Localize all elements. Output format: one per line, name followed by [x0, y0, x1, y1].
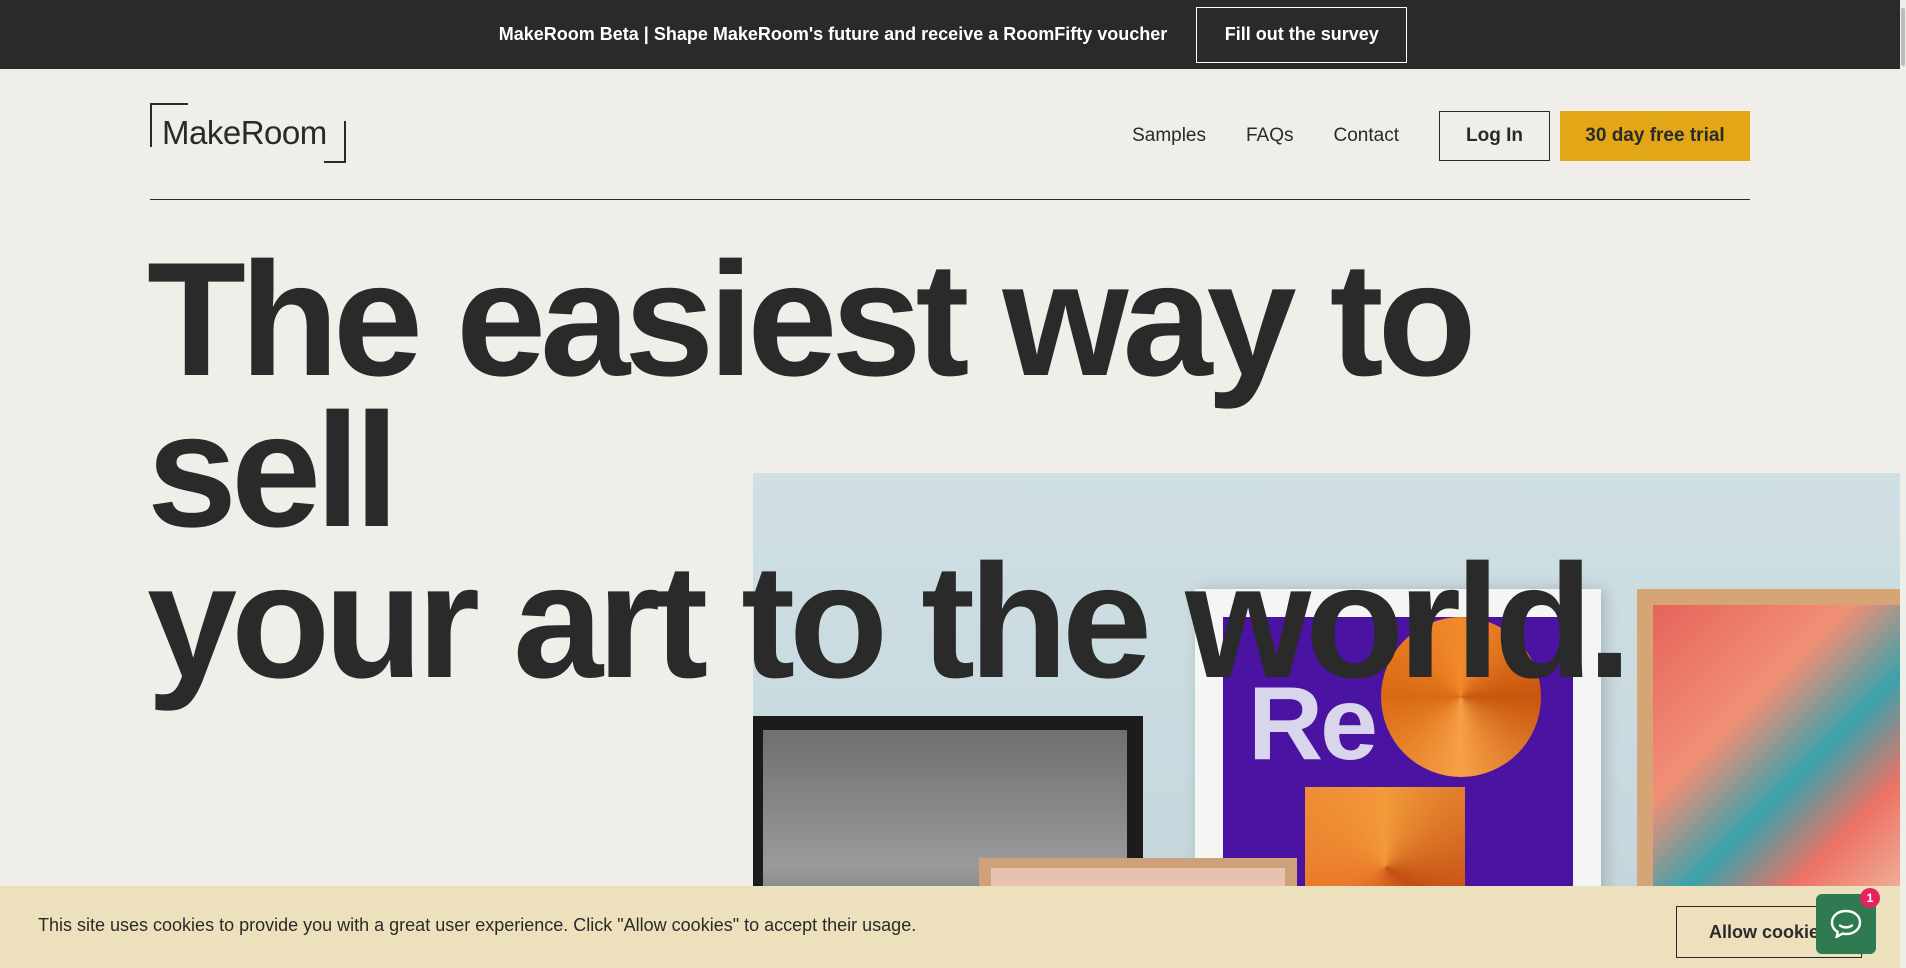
scrollbar-track[interactable]	[1900, 0, 1906, 968]
logo-text: MakeRoom	[162, 114, 327, 151]
nav-link-contact[interactable]: Contact	[1334, 125, 1399, 147]
headline-line-1: The easiest way to sell	[147, 229, 1477, 561]
cookie-text: This site uses cookies to provide you wi…	[38, 915, 917, 935]
hero-headline: The easiest way to sell your art to the …	[147, 239, 1707, 703]
announcement-bar: MakeRoom Beta | Shape MakeRoom's future …	[0, 0, 1906, 69]
logo[interactable]: MakeRoom	[150, 103, 346, 163]
scrollbar-thumb[interactable]	[1901, 8, 1905, 66]
login-button[interactable]: Log In	[1439, 111, 1550, 161]
logo-bracket-bottom-right	[324, 121, 346, 163]
chat-notification-badge: 1	[1860, 888, 1880, 908]
site-header: MakeRoom Samples FAQs Contact Log In 30 …	[150, 69, 1750, 200]
survey-button[interactable]: Fill out the survey	[1196, 6, 1408, 63]
nav-link-faqs[interactable]: FAQs	[1246, 125, 1294, 147]
chat-bubble-icon	[1830, 909, 1862, 939]
nav-link-samples[interactable]: Samples	[1132, 125, 1206, 147]
free-trial-button[interactable]: 30 day free trial	[1560, 111, 1750, 161]
page: MakeRoom Beta | Shape MakeRoom's future …	[0, 0, 1906, 968]
cookie-banner: This site uses cookies to provide you wi…	[0, 886, 1906, 968]
announcement-text: MakeRoom Beta | Shape MakeRoom's future …	[498, 24, 1168, 44]
main-nav: Samples FAQs Contact Log In 30 day free …	[1132, 111, 1750, 161]
headline-line-2: your art to the world.	[147, 531, 1632, 712]
